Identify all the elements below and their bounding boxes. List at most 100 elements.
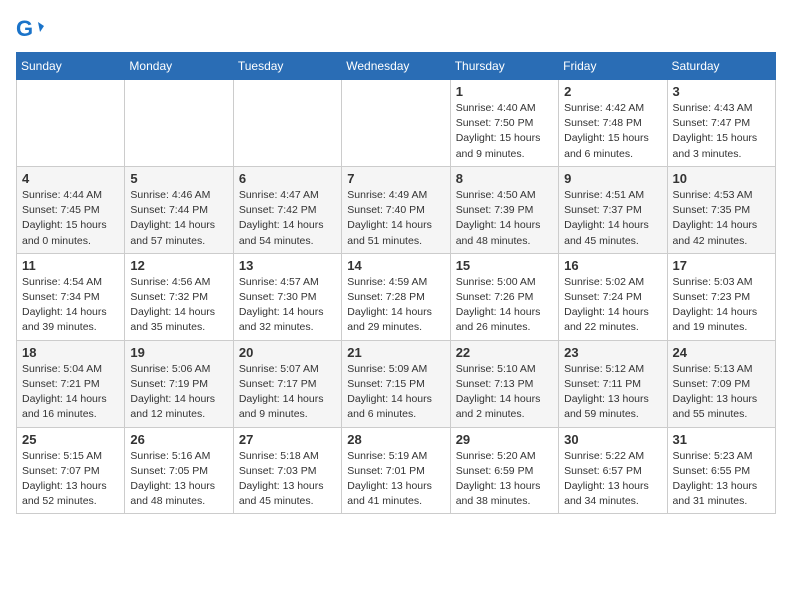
day-detail: Sunrise: 4:40 AMSunset: 7:50 PMDaylight:… xyxy=(456,101,553,162)
day-detail: Sunrise: 5:18 AMSunset: 7:03 PMDaylight:… xyxy=(239,449,336,510)
day-number: 20 xyxy=(239,345,336,360)
day-detail: Sunrise: 5:12 AMSunset: 7:11 PMDaylight:… xyxy=(564,362,661,423)
day-number: 6 xyxy=(239,171,336,186)
day-detail: Sunrise: 4:59 AMSunset: 7:28 PMDaylight:… xyxy=(347,275,444,336)
weekday-header-monday: Monday xyxy=(125,53,233,80)
day-detail: Sunrise: 5:00 AMSunset: 7:26 PMDaylight:… xyxy=(456,275,553,336)
day-detail: Sunrise: 5:03 AMSunset: 7:23 PMDaylight:… xyxy=(673,275,770,336)
weekday-header-saturday: Saturday xyxy=(667,53,775,80)
day-number: 15 xyxy=(456,258,553,273)
calendar-cell: 30Sunrise: 5:22 AMSunset: 6:57 PMDayligh… xyxy=(559,427,667,514)
day-detail: Sunrise: 4:54 AMSunset: 7:34 PMDaylight:… xyxy=(22,275,119,336)
calendar-cell: 18 Sunrise: 5:04 AMSunset: 7:21 PMDayligh… xyxy=(17,340,125,427)
day-number: 9 xyxy=(564,171,661,186)
day-detail: Sunrise: 4:42 AMSunset: 7:48 PMDaylight:… xyxy=(564,101,661,162)
day-number: 27 xyxy=(239,432,336,447)
logo-icon: G xyxy=(16,16,44,44)
day-detail: Sunrise: 5:06 AMSunset: 7:19 PMDaylight:… xyxy=(130,362,227,423)
day-detail: Sunrise: 5:07 AMSunset: 7:17 PMDaylight:… xyxy=(239,362,336,423)
day-detail: Sunrise: 5:02 AMSunset: 7:24 PMDaylight:… xyxy=(564,275,661,336)
day-detail: Sunrise: 5:04 AMSunset: 7:21 PMDaylight:… xyxy=(22,362,119,423)
calendar-cell: 16 Sunrise: 5:02 AMSunset: 7:24 PMDayligh… xyxy=(559,253,667,340)
day-detail: Sunrise: 4:46 AMSunset: 7:44 PMDaylight:… xyxy=(130,188,227,249)
day-number: 31 xyxy=(673,432,770,447)
day-detail: Sunrise: 5:16 AMSunset: 7:05 PMDaylight:… xyxy=(130,449,227,510)
day-number: 12 xyxy=(130,258,227,273)
day-detail: Sunrise: 4:51 AMSunset: 7:37 PMDaylight:… xyxy=(564,188,661,249)
day-detail: Sunrise: 5:22 AMSunset: 6:57 PMDaylight:… xyxy=(564,449,661,510)
calendar-cell: 2Sunrise: 4:42 AMSunset: 7:48 PMDaylight… xyxy=(559,80,667,167)
day-detail: Sunrise: 4:56 AMSunset: 7:32 PMDaylight:… xyxy=(130,275,227,336)
calendar-cell: 1 Sunrise: 4:40 AMSunset: 7:50 PMDaylight… xyxy=(450,80,558,167)
calendar-cell: 15 Sunrise: 5:00 AMSunset: 7:26 PMDayligh… xyxy=(450,253,558,340)
calendar-table: SundayMondayTuesdayWednesdayThursdayFrid… xyxy=(16,52,776,514)
day-number: 23 xyxy=(564,345,661,360)
day-number: 3 xyxy=(673,84,770,99)
calendar-cell: 27 Sunrise: 5:18 AMSunset: 7:03 PMDayligh… xyxy=(233,427,341,514)
calendar-cell: 28 Sunrise: 5:19 AMSunset: 7:01 PMDayligh… xyxy=(342,427,450,514)
day-number: 7 xyxy=(347,171,444,186)
calendar-cell: 22 Sunrise: 5:10 AMSunset: 7:13 PMDayligh… xyxy=(450,340,558,427)
calendar-cell: 9 Sunrise: 4:51 AMSunset: 7:37 PMDaylight… xyxy=(559,166,667,253)
day-detail: Sunrise: 5:13 AMSunset: 7:09 PMDaylight:… xyxy=(673,362,770,423)
day-detail: Sunrise: 5:23 AMSunset: 6:55 PMDaylight:… xyxy=(673,449,770,510)
day-number: 19 xyxy=(130,345,227,360)
day-number: 22 xyxy=(456,345,553,360)
weekday-header-thursday: Thursday xyxy=(450,53,558,80)
calendar-cell: 31 Sunrise: 5:23 AMSunset: 6:55 PMDayligh… xyxy=(667,427,775,514)
calendar-cell xyxy=(233,80,341,167)
calendar-cell: 21 Sunrise: 5:09 AMSunset: 7:15 PMDayligh… xyxy=(342,340,450,427)
day-detail: Sunrise: 5:15 AMSunset: 7:07 PMDaylight:… xyxy=(22,449,119,510)
calendar-cell: 11 Sunrise: 4:54 AMSunset: 7:34 PMDayligh… xyxy=(17,253,125,340)
calendar-cell: 26Sunrise: 5:16 AMSunset: 7:05 PMDayligh… xyxy=(125,427,233,514)
day-detail: Sunrise: 4:53 AMSunset: 7:35 PMDaylight:… xyxy=(673,188,770,249)
calendar-cell xyxy=(17,80,125,167)
page-header: G xyxy=(16,16,776,44)
calendar-cell: 8Sunrise: 4:50 AMSunset: 7:39 PMDaylight… xyxy=(450,166,558,253)
calendar-cell: 6 Sunrise: 4:47 AMSunset: 7:42 PMDaylight… xyxy=(233,166,341,253)
day-number: 4 xyxy=(22,171,119,186)
day-number: 1 xyxy=(456,84,553,99)
day-detail: Sunrise: 5:10 AMSunset: 7:13 PMDaylight:… xyxy=(456,362,553,423)
calendar-cell: 25 Sunrise: 5:15 AMSunset: 7:07 PMDayligh… xyxy=(17,427,125,514)
calendar-cell xyxy=(342,80,450,167)
calendar-cell: 17 Sunrise: 5:03 AMSunset: 7:23 PMDayligh… xyxy=(667,253,775,340)
day-number: 18 xyxy=(22,345,119,360)
logo: G xyxy=(16,16,48,44)
day-number: 25 xyxy=(22,432,119,447)
day-number: 17 xyxy=(673,258,770,273)
day-detail: Sunrise: 4:49 AMSunset: 7:40 PMDaylight:… xyxy=(347,188,444,249)
weekday-header-friday: Friday xyxy=(559,53,667,80)
day-number: 21 xyxy=(347,345,444,360)
day-number: 13 xyxy=(239,258,336,273)
calendar-week-row: 18 Sunrise: 5:04 AMSunset: 7:21 PMDayligh… xyxy=(17,340,776,427)
calendar-cell: 7 Sunrise: 4:49 AMSunset: 7:40 PMDaylight… xyxy=(342,166,450,253)
calendar-cell: 4 Sunrise: 4:44 AMSunset: 7:45 PMDaylight… xyxy=(17,166,125,253)
calendar-week-row: 25 Sunrise: 5:15 AMSunset: 7:07 PMDayligh… xyxy=(17,427,776,514)
day-number: 24 xyxy=(673,345,770,360)
calendar-cell: 3Sunrise: 4:43 AMSunset: 7:47 PMDaylight… xyxy=(667,80,775,167)
day-detail: Sunrise: 5:19 AMSunset: 7:01 PMDaylight:… xyxy=(347,449,444,510)
weekday-header-tuesday: Tuesday xyxy=(233,53,341,80)
day-detail: Sunrise: 4:44 AMSunset: 7:45 PMDaylight:… xyxy=(22,188,119,249)
day-number: 29 xyxy=(456,432,553,447)
day-number: 11 xyxy=(22,258,119,273)
calendar-cell: 5 Sunrise: 4:46 AMSunset: 7:44 PMDaylight… xyxy=(125,166,233,253)
calendar-cell: 12 Sunrise: 4:56 AMSunset: 7:32 PMDayligh… xyxy=(125,253,233,340)
calendar-cell: 24 Sunrise: 5:13 AMSunset: 7:09 PMDayligh… xyxy=(667,340,775,427)
day-number: 16 xyxy=(564,258,661,273)
calendar-cell: 20 Sunrise: 5:07 AMSunset: 7:17 PMDayligh… xyxy=(233,340,341,427)
weekday-header-wednesday: Wednesday xyxy=(342,53,450,80)
day-detail: Sunrise: 5:09 AMSunset: 7:15 PMDaylight:… xyxy=(347,362,444,423)
day-number: 5 xyxy=(130,171,227,186)
day-detail: Sunrise: 5:20 AMSunset: 6:59 PMDaylight:… xyxy=(456,449,553,510)
calendar-cell: 10 Sunrise: 4:53 AMSunset: 7:35 PMDayligh… xyxy=(667,166,775,253)
calendar-cell: 29 Sunrise: 5:20 AMSunset: 6:59 PMDayligh… xyxy=(450,427,558,514)
day-detail: Sunrise: 4:47 AMSunset: 7:42 PMDaylight:… xyxy=(239,188,336,249)
calendar-cell: 14Sunrise: 4:59 AMSunset: 7:28 PMDayligh… xyxy=(342,253,450,340)
calendar-cell: 13Sunrise: 4:57 AMSunset: 7:30 PMDayligh… xyxy=(233,253,341,340)
day-number: 28 xyxy=(347,432,444,447)
day-detail: Sunrise: 4:50 AMSunset: 7:39 PMDaylight:… xyxy=(456,188,553,249)
day-number: 10 xyxy=(673,171,770,186)
calendar-week-row: 4 Sunrise: 4:44 AMSunset: 7:45 PMDaylight… xyxy=(17,166,776,253)
